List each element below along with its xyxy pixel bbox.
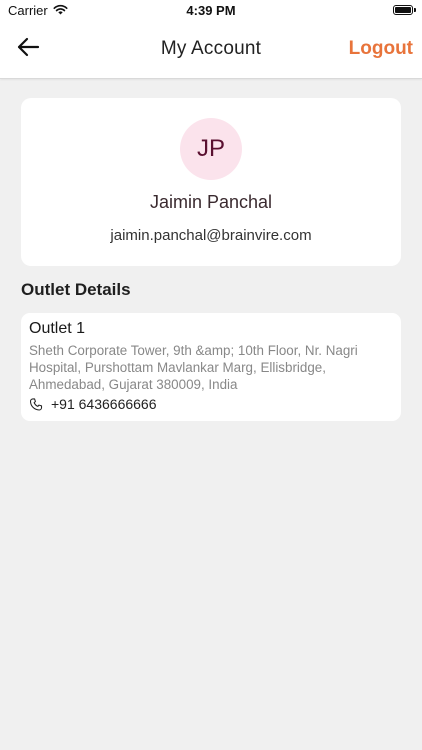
battery-icon xyxy=(393,5,413,15)
battery-tip xyxy=(414,8,416,12)
header: Carrier 4:39 PM My Account Logout xyxy=(0,0,422,79)
profile-name: Jaimin Panchal xyxy=(149,192,273,212)
profile-email: jaimin.panchal@brainvire.com xyxy=(110,227,312,244)
nav-bar: My Account Logout xyxy=(0,22,422,78)
outlet-phone-row[interactable]: +91 6436666666 xyxy=(29,396,393,412)
profile-card: JP Jaimin Panchal jaimin.panchal@brainvi… xyxy=(21,98,401,266)
outlet-name: Outlet 1 xyxy=(29,320,86,337)
logout-button[interactable]: Logout xyxy=(349,38,413,60)
outlet-details-heading: Outlet Details xyxy=(21,280,131,299)
status-bar: Carrier 4:39 PM xyxy=(0,0,422,22)
outlet-address: Sheth Corporate Tower, 9th &amp; 10th Fl… xyxy=(29,343,358,392)
outlet-phone-number: +91 6436666666 xyxy=(51,396,157,412)
avatar: JP xyxy=(180,118,242,180)
status-time: 4:39 PM xyxy=(186,3,236,18)
outlet-card[interactable]: Outlet 1 Sheth Corporate Tower, 9th &amp… xyxy=(21,313,401,421)
phone-icon xyxy=(29,397,43,411)
